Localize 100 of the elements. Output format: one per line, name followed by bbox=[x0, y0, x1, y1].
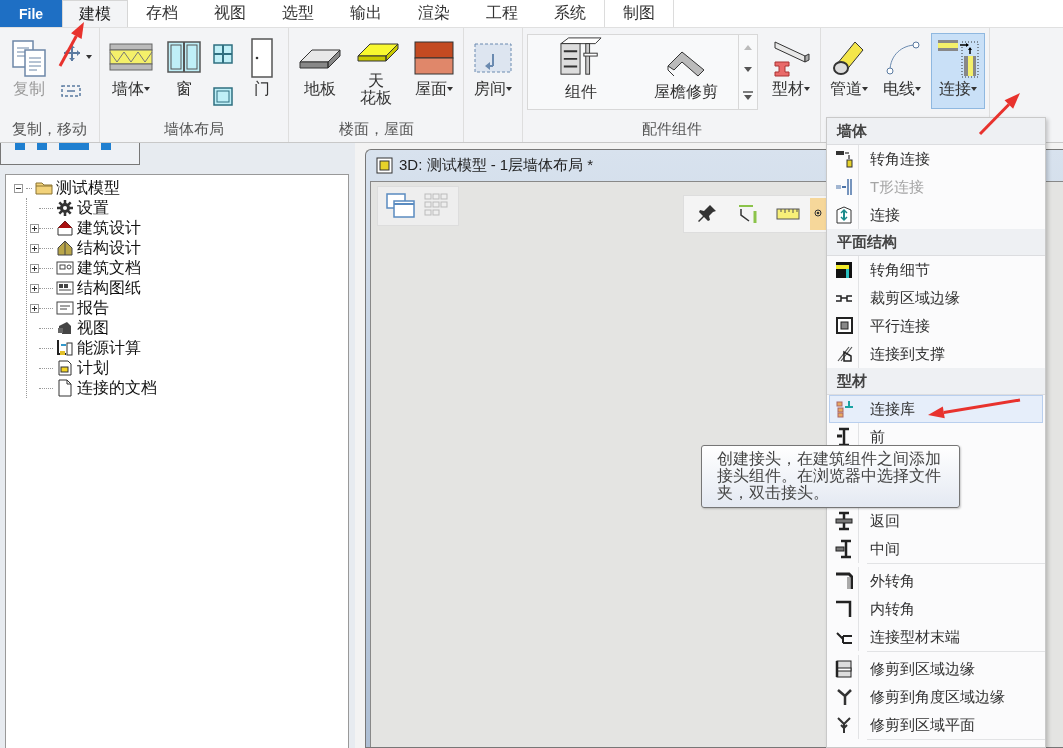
house-icon bbox=[56, 219, 74, 237]
window-title: 3D: 测试模型 - 1层墙体布局 * bbox=[399, 156, 594, 175]
ribbon-button[interactable]: 型材 bbox=[766, 33, 816, 109]
slab-icon bbox=[298, 46, 342, 70]
expand-icon[interactable] bbox=[30, 283, 39, 293]
corner-joint-icon bbox=[835, 149, 853, 169]
ribbon-button[interactable]: 窗 bbox=[162, 33, 206, 109]
caret-icon bbox=[804, 87, 810, 91]
ribbon-small-button[interactable] bbox=[210, 41, 236, 67]
ribbon-button[interactable]: 管道 bbox=[825, 33, 873, 109]
caret-icon bbox=[506, 87, 512, 91]
cascade-windows-icon[interactable] bbox=[386, 193, 416, 219]
menu-item[interactable]: 连接库 bbox=[829, 395, 1043, 423]
expand-icon[interactable] bbox=[30, 223, 39, 233]
ribbon-tab[interactable]: 视图 bbox=[196, 0, 264, 27]
ribbon-tab[interactable]: 输出 bbox=[332, 0, 400, 27]
corner-detail-icon bbox=[835, 260, 853, 280]
house-icon bbox=[56, 239, 74, 257]
ribbon-button[interactable]: 电线 bbox=[877, 33, 927, 109]
wall-joint-icon bbox=[936, 38, 980, 78]
trim-edge-icon bbox=[835, 659, 853, 679]
expand-icon[interactable] bbox=[30, 243, 39, 253]
tile-windows-icon[interactable] bbox=[424, 193, 450, 217]
expand-icon[interactable] bbox=[30, 263, 39, 273]
frame-icon bbox=[61, 84, 81, 98]
tree-item[interactable]: 建筑设计 bbox=[77, 217, 141, 239]
tree-item[interactable]: 建筑文档 bbox=[77, 257, 141, 279]
document-icon bbox=[56, 379, 74, 397]
copy-icon bbox=[9, 38, 49, 78]
inner-corner-icon bbox=[835, 599, 853, 619]
caret-icon bbox=[86, 54, 92, 59]
ribbon-tab[interactable]: 工程 bbox=[468, 0, 536, 27]
wall-icon bbox=[109, 43, 153, 73]
report-icon bbox=[56, 299, 74, 317]
trim-plane-icon bbox=[835, 715, 853, 735]
group-label: 楼面，屋面 bbox=[337, 119, 415, 139]
3d-window-icon bbox=[376, 157, 393, 174]
window-frame-icon bbox=[213, 86, 233, 106]
target-icon bbox=[813, 207, 823, 218]
group-label: 配件组件 bbox=[640, 119, 703, 139]
tree-item[interactable]: 结构图纸 bbox=[77, 277, 141, 299]
tree-item[interactable]: 报告 bbox=[77, 297, 109, 319]
expand-gallery-icon[interactable] bbox=[743, 91, 753, 101]
ribbon-button[interactable]: 连接 bbox=[931, 33, 985, 109]
joint-library-icon bbox=[835, 399, 853, 419]
tree-item[interactable]: 结构设计 bbox=[77, 237, 141, 259]
menu-section-header: 型材 bbox=[827, 368, 1045, 395]
tree-item[interactable]: 连接的文档 bbox=[77, 377, 157, 399]
window-grid-icon bbox=[213, 44, 233, 64]
ribbon-tab[interactable]: 渲染 bbox=[400, 0, 468, 27]
ribbon-button[interactable]: 地板 bbox=[293, 33, 347, 109]
tooltip: 创建接头，在建筑组件之间添加接头组件。在浏览器中选择文件夹，双击接头。 bbox=[701, 445, 961, 508]
sheet-icon bbox=[56, 259, 74, 277]
door-icon bbox=[250, 38, 274, 78]
caret-icon bbox=[447, 87, 453, 91]
caret-icon bbox=[971, 87, 977, 91]
menu-section-header: 平面结构 bbox=[827, 229, 1045, 256]
corner-arrow-icon bbox=[736, 203, 760, 225]
ribbon-button[interactable]: 屋面 bbox=[409, 33, 459, 109]
tree-item[interactable]: 测试模型 bbox=[56, 177, 120, 199]
ribbon-tab[interactable]: 建模 bbox=[62, 0, 128, 27]
profile-middle-icon bbox=[835, 539, 853, 559]
annotation-arrow bbox=[978, 93, 1020, 136]
caret-icon bbox=[144, 87, 150, 91]
ribbon-tab[interactable]: 存档 bbox=[128, 0, 196, 27]
ribbon-button[interactable]: 房间 bbox=[468, 33, 518, 109]
outer-corner-icon bbox=[835, 571, 853, 591]
beam-icon bbox=[771, 38, 811, 78]
trim-angle-icon bbox=[835, 687, 853, 707]
ribbon-button[interactable]: 墙体 bbox=[104, 33, 158, 109]
file-tab[interactable]: File bbox=[0, 0, 62, 27]
collapse-icon[interactable] bbox=[14, 183, 23, 193]
sheet-icon bbox=[56, 279, 74, 297]
joint-icon bbox=[835, 205, 853, 225]
tree-item[interactable]: 能源计算 bbox=[77, 337, 141, 359]
move-icon bbox=[61, 44, 83, 62]
gallery-item[interactable]: 屋檐修剪 bbox=[633, 35, 738, 109]
caret-icon bbox=[915, 87, 921, 91]
caret-icon bbox=[862, 87, 868, 91]
roof-icon bbox=[414, 41, 454, 75]
folder-icon bbox=[35, 179, 53, 197]
window-icon bbox=[167, 41, 201, 75]
t-joint-icon bbox=[835, 177, 853, 197]
expand-icon[interactable] bbox=[30, 303, 39, 313]
plan-icon bbox=[56, 359, 74, 377]
group-label: 复制，移动 bbox=[11, 119, 88, 139]
menu-section-header: 墙体 bbox=[827, 118, 1045, 145]
ribbon-tab[interactable]: 选型 bbox=[264, 0, 332, 27]
ribbon-button[interactable]: 门 bbox=[240, 33, 284, 109]
tree-item[interactable]: 设置 bbox=[77, 197, 109, 219]
scroll-down-icon[interactable] bbox=[744, 67, 752, 74]
tree-item[interactable]: 视图 bbox=[77, 317, 109, 339]
tree-item[interactable]: 计划 bbox=[77, 357, 109, 379]
brace-joint-icon bbox=[835, 344, 853, 364]
ribbon-button[interactable]: 天花板 bbox=[351, 33, 405, 109]
profile-return-icon bbox=[835, 511, 853, 531]
annotation-arrow bbox=[58, 22, 84, 67]
group-label: 墙体布局 bbox=[163, 119, 225, 139]
gallery-item[interactable]: 组件 bbox=[528, 35, 633, 109]
parallel-joint-icon bbox=[835, 316, 853, 336]
